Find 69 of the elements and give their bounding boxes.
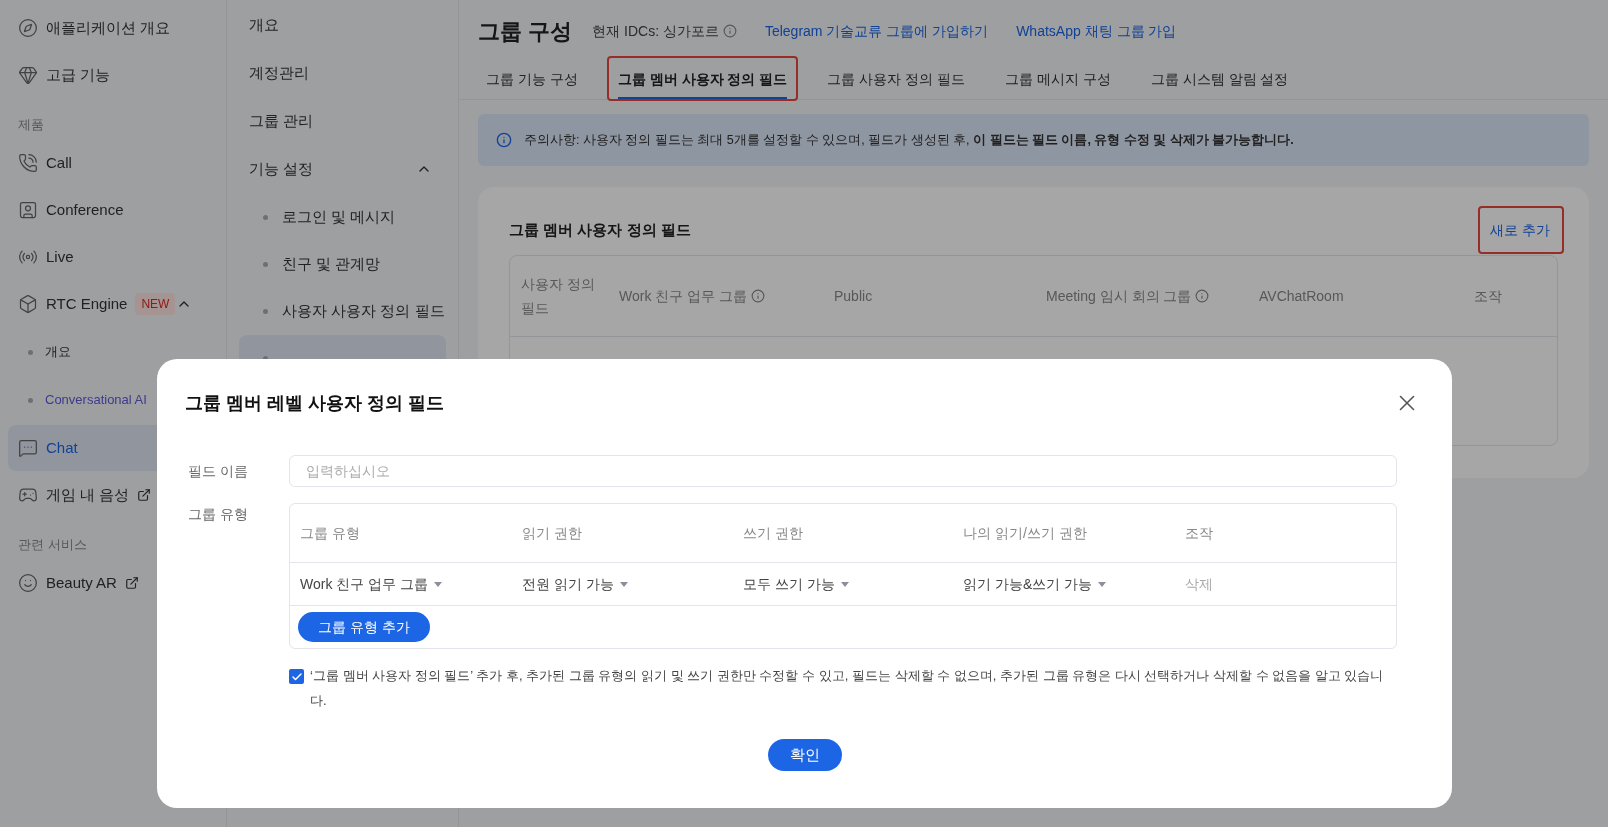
caret-icon: [840, 581, 849, 587]
caret-icon: [434, 581, 443, 587]
link[interactable]: WhatsApp 채팅 그룹 가입: [1016, 20, 1177, 42]
subnav-subitem[interactable]: 로그인 및 메시지: [239, 194, 446, 240]
sidebar-item[interactable]: 애플리케이션 개요: [8, 5, 218, 51]
gem-icon: [18, 65, 38, 85]
idc-label: 현재 IDCs: 싱가포르: [592, 21, 719, 41]
column-header: Public: [834, 286, 873, 306]
column-header: Work 친구 업무 그룹: [619, 286, 748, 306]
new-badge: NEW: [135, 293, 176, 315]
input-field[interactable]: 입력하십시오: [289, 455, 1397, 487]
sidebar-subitem[interactable]: Conversational AI: [45, 390, 147, 410]
dropdown[interactable]: 모두 쓰기 가능: [743, 573, 849, 595]
external-link-icon: [137, 488, 152, 502]
external-link-icon: [124, 576, 139, 590]
page-title: 그룹 구성: [478, 17, 573, 46]
tab[interactable]: 그룹 기능 구성: [486, 62, 578, 99]
sidebar-item[interactable]: Call: [8, 140, 218, 186]
dropdown[interactable]: 읽기 가능&쓰기 가능: [963, 573, 1107, 595]
check-icon: [290, 670, 303, 683]
section-label: 관련 서비스: [18, 535, 87, 554]
column-header: AVChatRoom: [1259, 286, 1344, 306]
section-label: 제품: [18, 115, 44, 134]
subnav-item[interactable]: 계정관리: [239, 49, 446, 97]
link[interactable]: Telegram 기술교류 그룹에 가입하기: [764, 20, 989, 42]
chat-bubble-icon: [18, 438, 38, 458]
column-header: Meeting 임시 회의 그룹: [1046, 286, 1192, 306]
field-label: 그룹 유형: [187, 505, 249, 524]
sidebar-item[interactable]: RTC Engine NEW: [8, 281, 218, 327]
dropdown[interactable]: 전원 읽기 가능: [522, 573, 628, 595]
agreement-text: ‘그룹 멤버 사용자 정의 필드’ 추가 후, 추가된 그룹 유형의 읽기 및 쓰기 권한만 수정할 수 있고, 필드는 삭제할 수 없으며, 추가된 그룹 유형은 다시 선택하거나 삭제할 수 없음을 알고 있습니다.: [310, 667, 1385, 710]
tab[interactable]: 그룹 멤버 사용자 정의 필드: [617, 62, 788, 99]
cube-icon: [18, 294, 38, 314]
tab[interactable]: 그룹 시스템 알림 설정: [1150, 62, 1289, 99]
info-icon: [722, 24, 737, 38]
column-header: 조작: [1185, 523, 1213, 543]
dialog-title: 그룹 멤버 레벨 사용자 정의 필드: [185, 391, 444, 415]
checkbox[interactable]: [289, 669, 304, 684]
tab[interactable]: 그룹 사용자 정의 필드: [827, 62, 965, 99]
column-header: 그룹 유형: [300, 523, 361, 543]
smiley-icon: [18, 573, 38, 593]
column-header: 조작: [1474, 286, 1502, 306]
sidebar-item[interactable]: Conference: [8, 187, 218, 233]
sidebar-item[interactable]: 고급 기능: [8, 52, 218, 98]
sidebar-item[interactable]: Live: [8, 234, 218, 280]
caret-icon: [619, 581, 628, 587]
subnav-item[interactable]: 기능 설정: [239, 145, 446, 193]
subnav-subitem[interactable]: 사용자 사용자 정의 필드: [239, 288, 446, 334]
notice-text: 주의사항: 사용자 정의 필드는 최대 5개를 설정할 수 있으며, 필드가 생성된 후, 이 필드는 필드 이름, 유형 수정 및 삭제가 불가능합니다.: [524, 131, 1294, 149]
column-header: 쓰기 권한: [743, 523, 804, 543]
subnav-item[interactable]: 개요: [239, 1, 446, 49]
caret-icon: [1098, 581, 1107, 587]
tab[interactable]: 그룹 메시지 구성: [1005, 62, 1111, 99]
column-header: 사용자 정의 필드: [521, 275, 596, 318]
confirm-button[interactable]: 확인: [767, 739, 842, 771]
contact-card-icon: [18, 200, 38, 220]
sidebar-item[interactable]: Beauty AR: [8, 560, 218, 606]
compass-icon: [18, 18, 38, 38]
dropdown[interactable]: Work 친구 업무 그룹: [300, 573, 443, 595]
subnav-subitem[interactable]: 친구 및 관계망: [239, 241, 446, 287]
column-header: 읽기 권한: [522, 523, 583, 543]
add-link[interactable]: 새로 추가: [1482, 222, 1558, 238]
phone-icon: [18, 153, 38, 173]
info-icon: [496, 132, 512, 148]
add-group-type-button[interactable]: 그룹 유형 추가: [298, 612, 430, 642]
subnav-item[interactable]: 그룹 관리: [239, 97, 446, 145]
sidebar-subitem[interactable]: 개요: [45, 342, 71, 362]
card-title: 그룹 멤버 사용자 정의 필드: [509, 219, 691, 240]
column-header: 나의 읽기/쓰기 권한: [963, 523, 1088, 543]
